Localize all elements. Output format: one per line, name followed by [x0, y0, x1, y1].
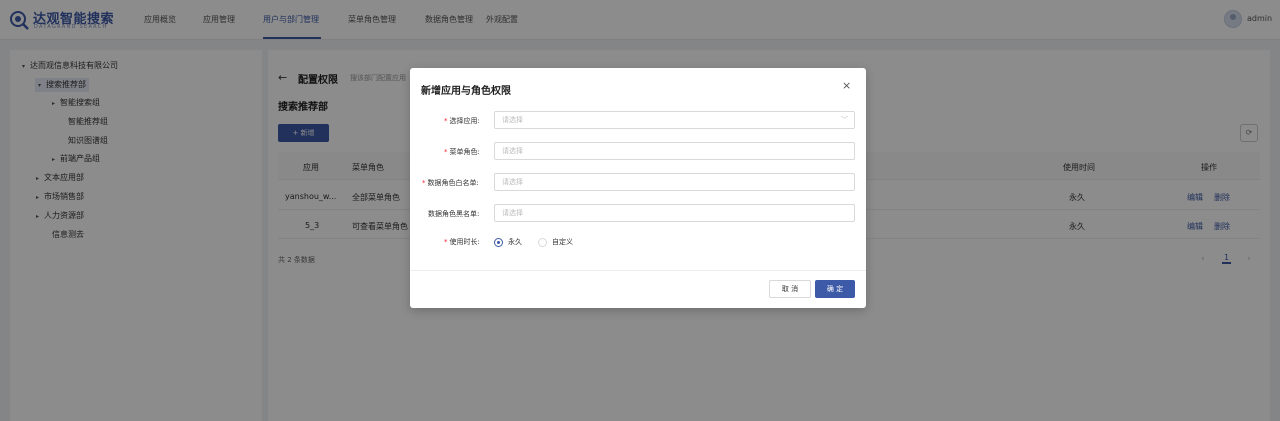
data-role-blacklist-field[interactable]: 请选择 — [494, 204, 855, 222]
chevron-down-icon: ﹀ — [841, 116, 848, 124]
data-role-whitelist-label: * 数据角色白名单: — [422, 179, 479, 187]
modal-footer-divider — [410, 270, 866, 271]
required-mark: * — [422, 179, 426, 187]
confirm-button[interactable]: 确 定 — [815, 280, 855, 298]
cancel-button[interactable]: 取 消 — [769, 280, 811, 298]
select-app-field[interactable]: 请选择 ﹀ — [494, 111, 855, 129]
required-mark: * — [444, 117, 448, 125]
duration-label: * 使用时长: — [444, 238, 480, 246]
required-mark: * — [444, 238, 448, 246]
menu-role-field[interactable]: 请选择 — [494, 142, 855, 160]
required-mark: * — [444, 148, 448, 156]
radio-custom-label[interactable]: 自定义 — [552, 237, 573, 247]
radio-permanent-label[interactable]: 永久 — [508, 237, 522, 247]
radio-custom[interactable] — [538, 238, 547, 247]
select-app-label: * 选择应用: — [444, 117, 480, 125]
close-icon[interactable]: × — [842, 79, 851, 92]
data-role-whitelist-field[interactable]: 请选择 — [494, 173, 855, 191]
modal-title: 新增应用与角色权限 — [421, 86, 511, 97]
radio-permanent[interactable] — [494, 238, 503, 247]
add-permission-modal: 新增应用与角色权限 × * 选择应用: 请选择 ﹀ * 菜单角色: 请选择 * 数据角色… — [410, 68, 866, 308]
menu-role-label: * 菜单角色: — [444, 148, 480, 156]
data-role-blacklist-label: 数据角色黑名单: — [428, 210, 480, 218]
